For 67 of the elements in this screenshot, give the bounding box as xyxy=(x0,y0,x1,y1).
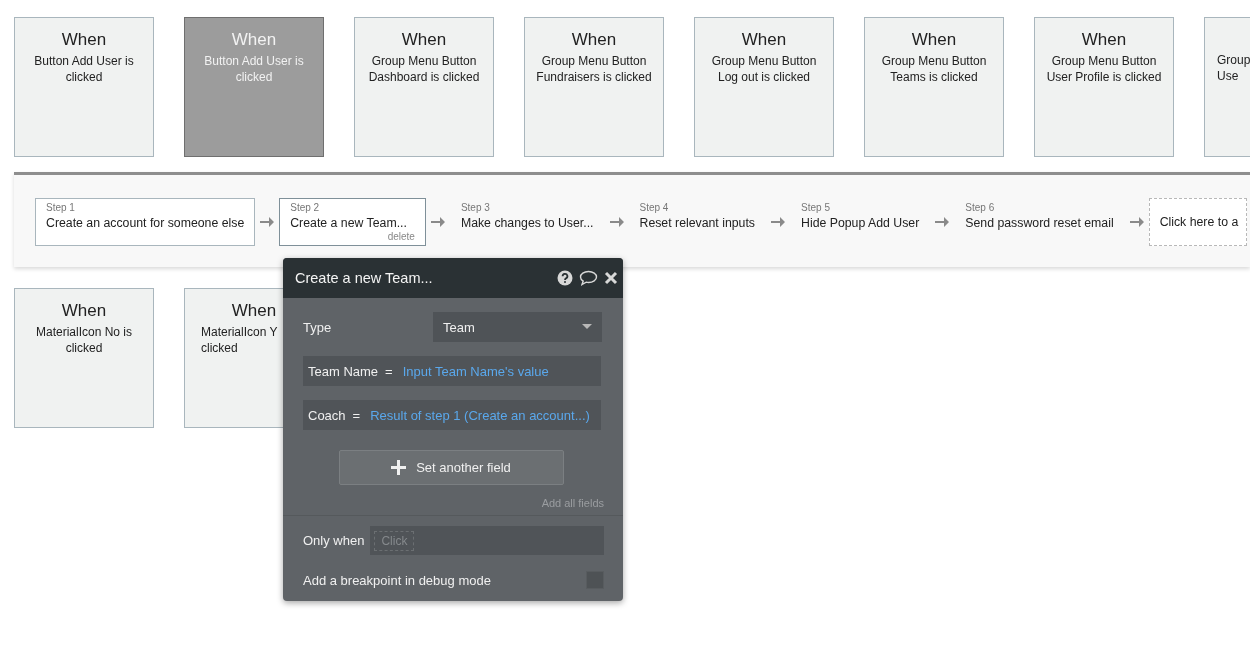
step-title: Create a new Team... xyxy=(290,215,407,232)
caret-icon xyxy=(582,324,592,330)
comment-icon[interactable] xyxy=(579,270,598,286)
arrow-icon xyxy=(430,216,445,228)
event-description: Group Menu Button Teams is clicked xyxy=(881,53,987,85)
step-title: Reset relevant inputs xyxy=(639,215,756,232)
panel-title: Create a new Team... xyxy=(295,270,434,286)
event-title: When xyxy=(570,30,618,50)
event-description: Button Add User is clicked xyxy=(204,53,304,85)
event-card[interactable]: Group Use xyxy=(1204,17,1250,157)
event-title: When xyxy=(1080,30,1128,50)
event-description: Group Menu Button User Profile is clicked xyxy=(1046,53,1162,85)
event-description: Group Menu Button Fundraisers is clicked xyxy=(536,53,652,85)
help-icon[interactable] xyxy=(557,270,573,286)
type-dropdown[interactable]: Team xyxy=(433,312,602,342)
event-title: When xyxy=(910,30,958,50)
step-title: Create an account for someone else xyxy=(46,215,245,232)
condition-label: Only when xyxy=(303,533,365,548)
arrow-icon xyxy=(260,216,275,228)
workflow-step[interactable]: Step 4 Reset relevant inputs xyxy=(628,198,767,246)
step-title: Hide Popup Add User xyxy=(801,215,920,232)
step-number: Step 5 xyxy=(801,202,831,214)
event-card[interactable]: When Group Menu Button Fundraisers is clicked xyxy=(524,17,664,157)
event-description: MaterialIcon Y clicked xyxy=(201,324,278,356)
arrow-icon xyxy=(935,216,950,228)
event-description: MaterialIcon No is clicked xyxy=(35,324,132,356)
workflow-step[interactable]: Step 2 Create a new Team... delete xyxy=(279,198,426,246)
equals-sign: = xyxy=(385,363,393,379)
step-title: Make changes to User... xyxy=(460,215,594,232)
add-step-button[interactable]: Click here to a xyxy=(1148,198,1248,246)
event-description: Group Use xyxy=(1217,52,1250,84)
delete-link[interactable]: delete xyxy=(387,231,415,243)
event-title: When xyxy=(60,301,108,321)
event-description: Group Menu Button Dashboard is clicked xyxy=(368,53,480,85)
workflow-step[interactable]: Step 5 Hide Popup Add User xyxy=(790,198,931,246)
arrow-icon xyxy=(1129,216,1144,228)
step-title: Send password reset email xyxy=(965,215,1114,232)
equals-sign: = xyxy=(352,407,361,423)
workflow-step[interactable]: Step 6 Send password reset email xyxy=(954,198,1125,246)
workflow-step[interactable]: Step 3 Make changes to User... xyxy=(449,198,605,246)
event-title: When xyxy=(60,30,108,50)
plus-icon xyxy=(391,460,407,475)
event-description: Group Menu Button Log out is clicked xyxy=(711,53,817,85)
close-icon[interactable] xyxy=(604,271,618,285)
event-title: When xyxy=(230,30,278,50)
set-another-field-button[interactable]: Set another field xyxy=(338,450,564,485)
arrow-icon xyxy=(771,216,786,228)
event-card[interactable]: When Group Menu Button Log out is clicked xyxy=(694,17,834,157)
step-number: Step 6 xyxy=(965,202,996,214)
field-row[interactable]: Coach = Result of step 1 (Create an account...) xyxy=(303,400,601,430)
step-number: Step 2 xyxy=(290,202,321,214)
event-title: When xyxy=(740,30,788,50)
event-card[interactable]: When Group Menu Button User Profile is clicked xyxy=(1034,17,1174,157)
breakpoint-label: Add a breakpoint in debug mode xyxy=(303,572,491,588)
event-title: When xyxy=(400,30,448,50)
event-card[interactable]: When Group Menu Button Teams is clicked xyxy=(864,17,1004,157)
event-card[interactable]: When Button Add User is clicked xyxy=(14,17,154,157)
event-card[interactable]: When MaterialIcon No is clicked xyxy=(14,288,154,428)
event-card[interactable]: When Group Menu Button Dashboard is clicked xyxy=(354,17,494,157)
step-number: Step 4 xyxy=(639,202,670,214)
event-title: When xyxy=(230,301,278,321)
workflow-step[interactable]: Step 1 Create an account for someone else xyxy=(35,198,256,246)
step-number: Step 3 xyxy=(460,202,491,214)
arrow-icon xyxy=(609,216,624,228)
field-row[interactable]: Team Name = Input Team Name's value xyxy=(303,356,601,386)
step-number: Step 1 xyxy=(46,202,76,214)
event-description: Button Add User is clicked xyxy=(34,53,134,85)
